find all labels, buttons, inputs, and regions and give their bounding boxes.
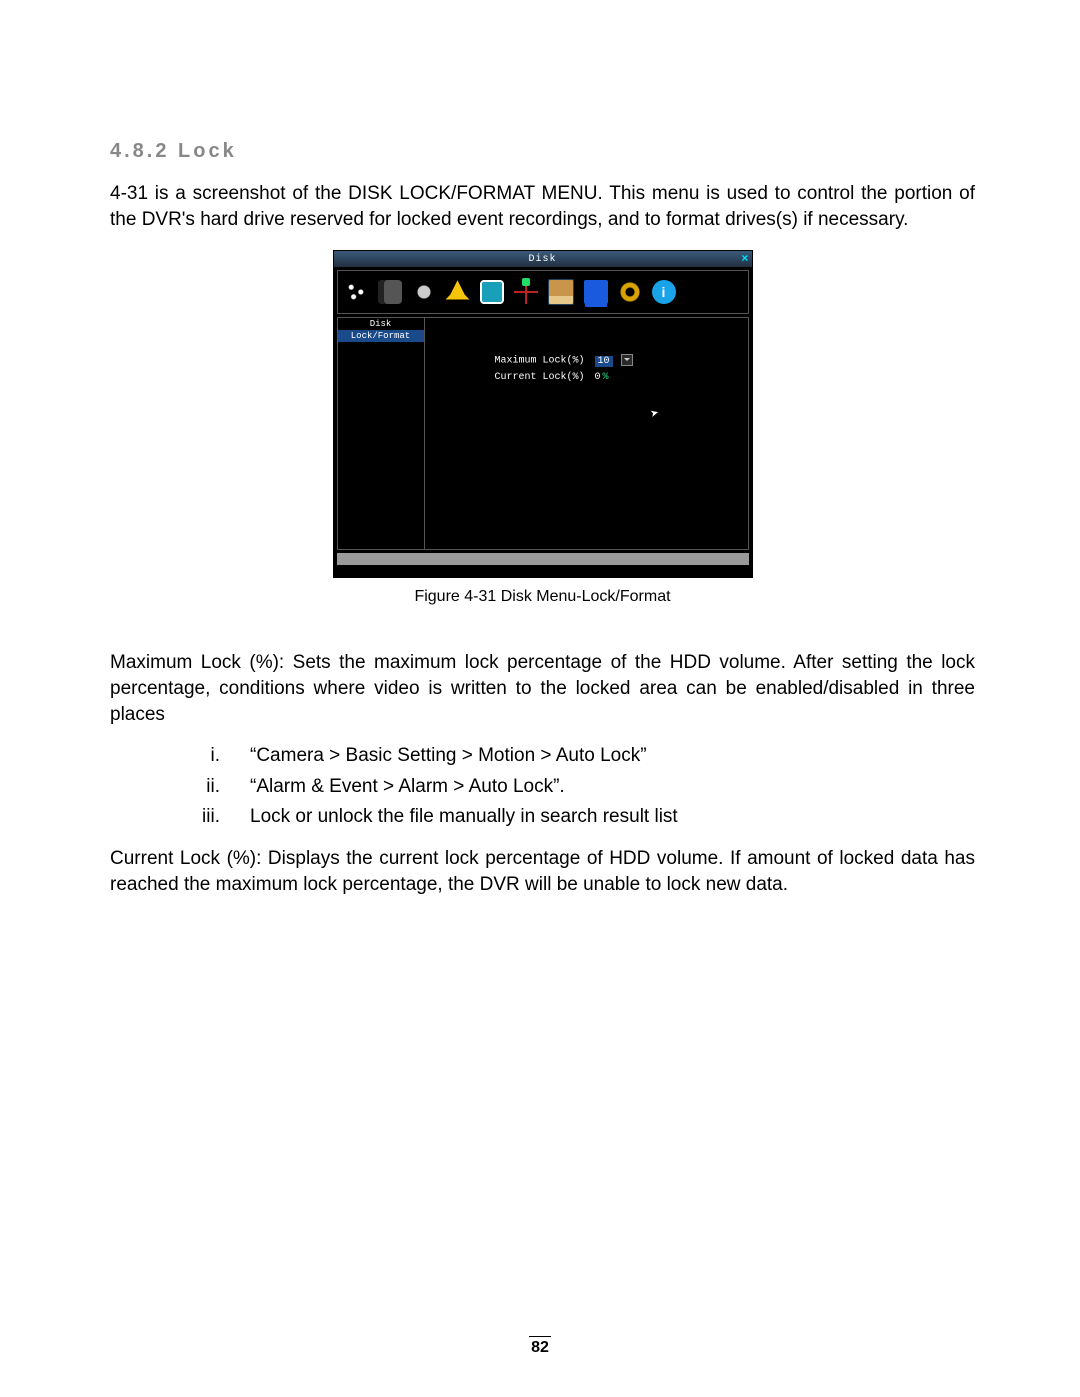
disk-icon[interactable] (548, 279, 574, 305)
page-number-value: 82 (531, 1339, 549, 1356)
close-icon[interactable]: × (741, 252, 748, 266)
list-item: i. “Camera > Basic Setting > Motion > Au… (110, 741, 975, 771)
list-marker: ii. (110, 772, 250, 802)
sidebar-item-lockformat[interactable]: Lock/Format (338, 330, 424, 342)
toolbar (337, 270, 749, 314)
list-item: ii. “Alarm & Event > Alarm > Auto Lock”. (110, 772, 975, 802)
page-number: 82 (0, 1336, 1080, 1357)
status-bar (337, 553, 749, 565)
current-lock-number: 0 (595, 372, 601, 383)
main-pane: Maximum Lock(%) 10 Current Lock(%) 0% ➤ (425, 317, 749, 550)
max-lock-paragraph: Maximum Lock (%): Sets the maximum lock … (110, 650, 975, 727)
network-icon[interactable] (514, 280, 538, 304)
cursor-icon: ➤ (649, 405, 662, 424)
system-icon[interactable] (618, 280, 642, 304)
window-title: Disk (528, 254, 556, 265)
list-text: “Camera > Basic Setting > Motion > Auto … (250, 741, 647, 771)
dvr-screenshot: Disk × Disk Lock/Format (333, 250, 753, 578)
max-lock-label: Maximum Lock(%) (495, 356, 585, 367)
figure-caption: Figure 4-31 Disk Menu-Lock/Format (110, 588, 975, 606)
list-text: Lock or unlock the file manually in sear… (250, 802, 678, 832)
wizard-icon[interactable] (344, 280, 368, 304)
current-lock-paragraph: Current Lock (%): Displays the current l… (110, 846, 975, 897)
list-marker: iii. (110, 802, 250, 832)
figure-container: Disk × Disk Lock/Format (110, 250, 975, 606)
list-item: iii. Lock or unlock the file manually in… (110, 802, 975, 832)
schedule-icon[interactable] (480, 280, 504, 304)
section-heading: 4.8.2 Lock (110, 140, 975, 163)
intro-paragraph: 4-31 is a screenshot of the DISK LOCK/FO… (110, 181, 975, 232)
list-marker: i. (110, 741, 250, 771)
list-text: “Alarm & Event > Alarm > Auto Lock”. (250, 772, 565, 802)
sidebar-item-disk[interactable]: Disk (338, 318, 424, 330)
sidebar: Disk Lock/Format (337, 317, 425, 550)
info-icon[interactable] (652, 280, 676, 304)
display-icon[interactable] (584, 280, 608, 304)
percent-unit: % (603, 372, 609, 383)
current-lock-label: Current Lock(%) (495, 372, 585, 383)
window-titlebar: Disk × (334, 251, 752, 267)
alarm-icon[interactable] (446, 280, 470, 304)
record-icon[interactable] (412, 280, 436, 304)
camera-icon[interactable] (378, 280, 402, 304)
dropdown-icon[interactable] (621, 354, 633, 366)
max-lock-value[interactable]: 10 (595, 356, 613, 367)
steps-list: i. “Camera > Basic Setting > Motion > Au… (110, 741, 975, 832)
current-lock-value: 0% (595, 372, 609, 383)
